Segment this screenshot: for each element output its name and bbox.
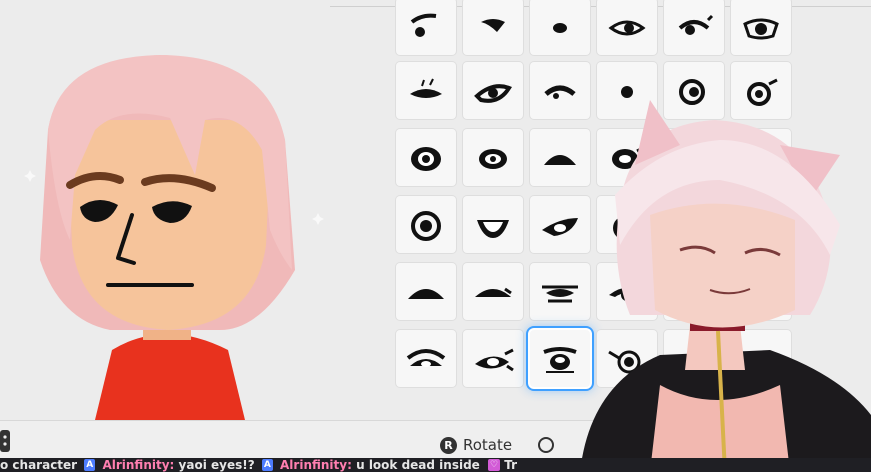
brow-dot-eye-icon xyxy=(410,13,437,37)
mii-face xyxy=(68,120,270,330)
eye-option-brow-dot-eye[interactable] xyxy=(396,0,456,55)
mii-character xyxy=(24,55,324,420)
eye-option-side-lash-eye[interactable] xyxy=(396,62,456,119)
ticker-username: Alrinfinity: xyxy=(102,458,175,472)
eye-option-lash-eye[interactable] xyxy=(664,0,724,55)
almond-eye-icon xyxy=(608,20,646,35)
wide-eye-icon xyxy=(743,18,779,39)
ticker-username: Alrinfinity: xyxy=(280,458,352,472)
vtuber-avatar xyxy=(580,100,871,472)
mii-shirt xyxy=(95,334,245,420)
eye-option-wide-eye[interactable] xyxy=(731,0,791,55)
lidded-eye-icon xyxy=(474,83,512,103)
curved-eye-icon xyxy=(481,18,505,32)
sparkle-icon xyxy=(24,170,36,182)
eye-option-almond-eye[interactable] xyxy=(597,0,657,55)
target-eye-icon xyxy=(411,210,441,241)
ticker-text: o character xyxy=(0,458,78,472)
small-dot-eye-icon xyxy=(553,22,567,33)
sparkle-icon xyxy=(312,213,324,225)
eye-option-round-eye[interactable] xyxy=(396,129,456,186)
round-eye-icon xyxy=(411,146,441,171)
eye-option-oval-eye[interactable] xyxy=(463,129,523,186)
lash-eye-icon xyxy=(678,14,714,35)
eye-option-small-dot-eye[interactable] xyxy=(530,0,590,55)
lash-side-eye-icon xyxy=(475,348,514,371)
eye-option-heavy-lid-eye[interactable] xyxy=(396,330,456,387)
eye-option-dome-lash-eye[interactable] xyxy=(463,263,523,320)
chat-ticker: o character A Alrinfinity: yaoi eyes!? A… xyxy=(0,458,871,472)
eye-option-curved-eye[interactable] xyxy=(463,0,523,55)
eye-option-dome-eye[interactable] xyxy=(396,263,456,320)
oval-eye-icon xyxy=(479,148,507,169)
rotate-control[interactable]: R Rotate xyxy=(440,436,512,454)
mii-maker-screen: R Rotate o character A Alrinfinity: yaoi… xyxy=(0,0,871,472)
eye-option-lash-side-eye[interactable] xyxy=(463,330,523,387)
r-button-icon: R xyxy=(440,436,457,454)
controller-icon xyxy=(0,430,10,452)
dome-eye-icon xyxy=(408,288,444,299)
side-lash-eye-icon xyxy=(410,78,442,98)
ticker-badge-icon: A xyxy=(261,459,273,471)
dome-lash-eye-icon xyxy=(475,287,512,297)
eye-option-lidded-eye[interactable] xyxy=(463,62,523,119)
cup-eye-icon xyxy=(477,219,509,238)
heart-icon: ♡ xyxy=(488,459,501,471)
ticker-badge-icon: A xyxy=(84,459,96,471)
ticker-message: yaoi eyes!? xyxy=(178,458,255,472)
rotate-label: Rotate xyxy=(463,436,513,454)
mii-preview xyxy=(0,0,330,420)
heavy-lid-eye-icon xyxy=(406,348,446,367)
ticker-text: Tr xyxy=(504,458,518,472)
eye-option-target-eye[interactable] xyxy=(396,196,456,253)
eye-option-cup-eye[interactable] xyxy=(463,196,523,253)
ticker-message: u look dead inside xyxy=(356,458,480,472)
